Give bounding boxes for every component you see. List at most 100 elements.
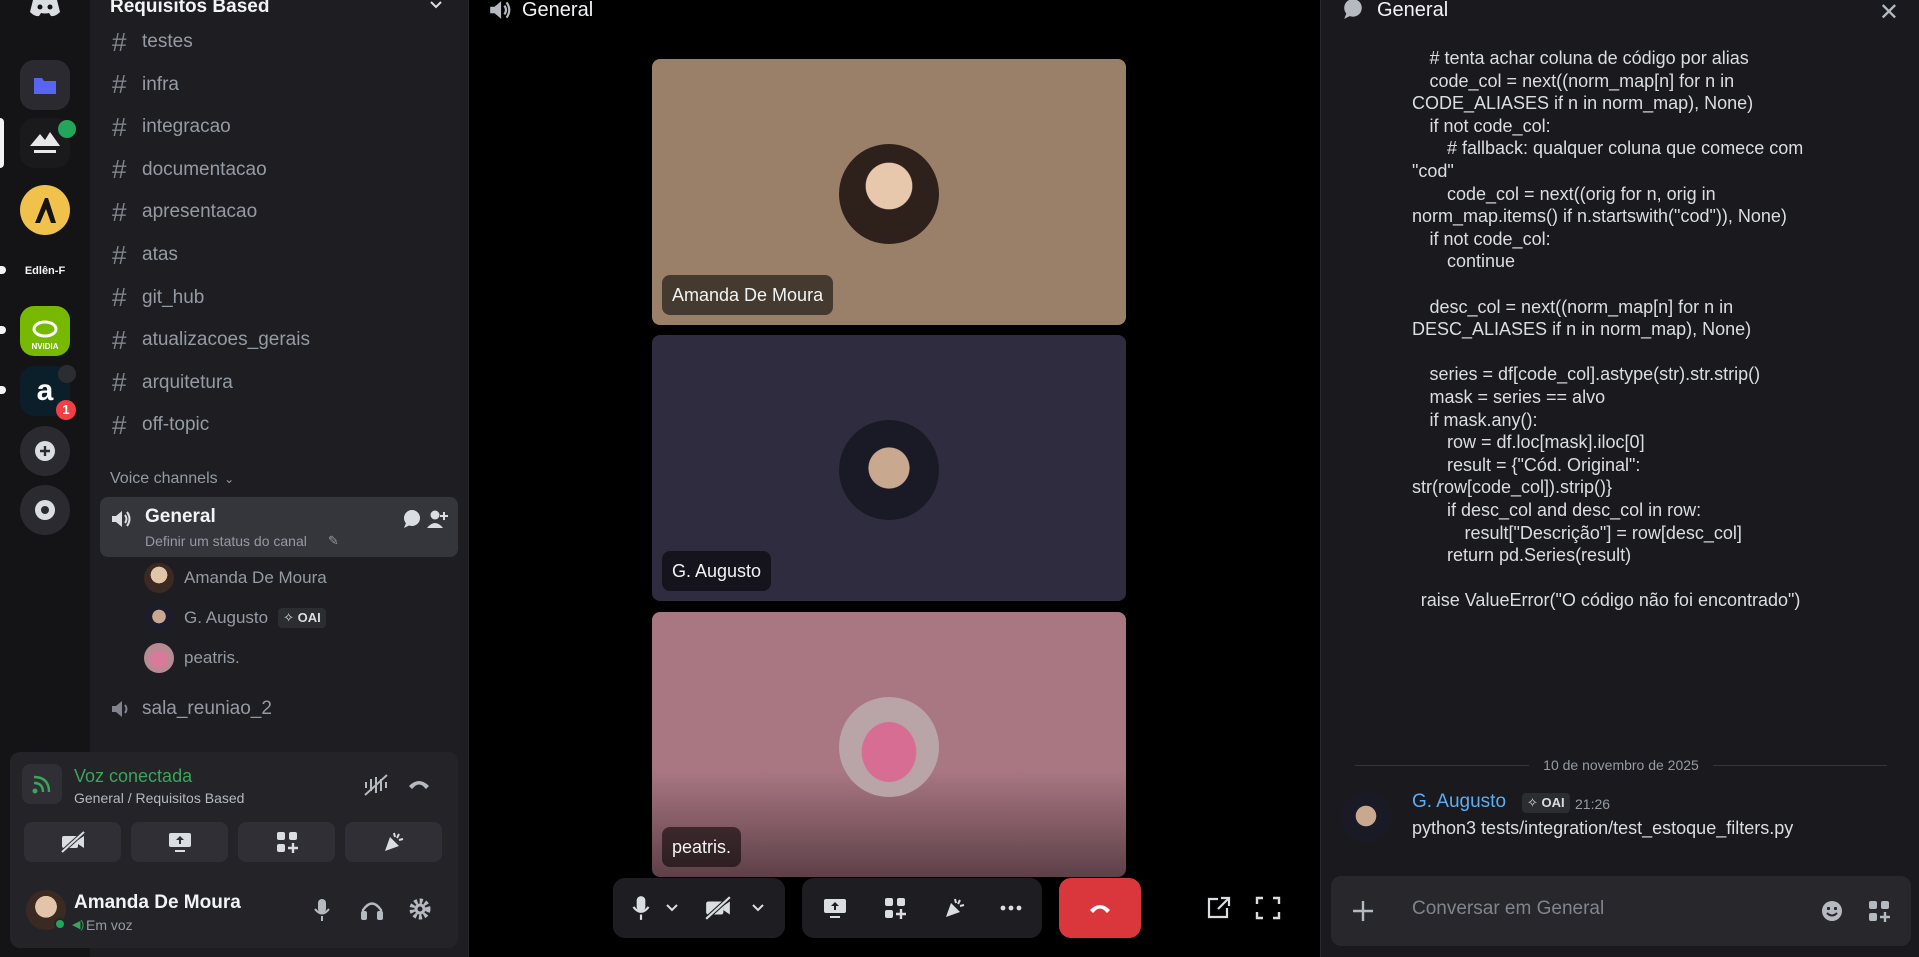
channel-testes[interactable]: # testes <box>108 25 448 59</box>
camera-options-button[interactable] <box>743 878 773 938</box>
channel-git_hub[interactable]: # git_hub <box>108 281 448 315</box>
chevron-down-icon: ⌄ <box>224 472 235 486</box>
avatar <box>144 563 174 593</box>
voice-connected-subtitle[interactable]: General / Requisitos Based <box>74 790 244 806</box>
speaker-icon <box>58 365 76 383</box>
fullscreen-icon[interactable] <box>1255 896 1281 920</box>
avatar[interactable] <box>1341 792 1391 842</box>
chevron-down-icon <box>751 903 765 913</box>
server-lambda[interactable] <box>20 185 70 235</box>
microphone-icon[interactable] <box>314 898 330 922</box>
activities-button[interactable] <box>870 878 920 938</box>
participant-name: Amanda De Moura <box>662 275 834 315</box>
activities-icon <box>275 830 299 854</box>
server-edlen[interactable]: Edlên-F <box>20 246 70 296</box>
channel-sidebar: Requisitos Based # testes # infra # integraca… <box>10 0 469 957</box>
online-status-dot <box>54 918 66 930</box>
message-timestamp: 21:26 <box>1575 796 1611 812</box>
server-based[interactable] <box>20 118 76 168</box>
soundboard-button[interactable] <box>345 822 442 862</box>
hash-icon: # <box>112 282 127 313</box>
channel-arquitetura[interactable]: # arquitetura <box>108 366 448 400</box>
avatar <box>144 603 174 633</box>
camera-button[interactable] <box>695 878 741 938</box>
add-server-icon[interactable] <box>20 426 70 476</box>
screen-share-button[interactable] <box>131 822 228 862</box>
microphone-options-button[interactable] <box>659 878 685 938</box>
voice-user-peatris[interactable]: peatris. <box>144 641 240 675</box>
channel-atualizacoes_gerais[interactable]: # atualizacoes_gerais <box>108 323 448 357</box>
code-line: desc_col = next((norm_map[n] for n in <box>1429 296 1734 317</box>
oai-badge: ✧ OAI <box>278 608 326 628</box>
server-nvidia[interactable]: NVIDIA <box>20 306 70 356</box>
pop-out-icon[interactable] <box>1206 896 1232 920</box>
discord-home-icon[interactable] <box>28 0 62 18</box>
code-line: if desc_col and desc_col in row: <box>1447 500 1702 520</box>
disconnect-icon[interactable] <box>407 776 431 792</box>
discover-icon[interactable] <box>20 485 70 535</box>
voice-channel-general[interactable]: General Definir um status do canal ✎ <box>100 497 458 557</box>
channel-apresentacao[interactable]: # apresentacao <box>108 195 448 229</box>
code-line: code_col = next((norm_map[n] for n in <box>1429 70 1735 91</box>
voice-user-amanda[interactable]: Amanda De Moura <box>144 561 327 595</box>
activities-button[interactable] <box>238 822 335 862</box>
participant-tile[interactable]: Amanda De Moura <box>652 59 1126 325</box>
participant-tile[interactable]: peatris. <box>652 612 1126 877</box>
discord-app: Edlên-F NVIDIA a 1 Requisitos Based # tes… <box>0 0 1919 957</box>
code-line: mask = series == alvo <box>1429 387 1606 407</box>
apps-icon[interactable] <box>1867 899 1891 923</box>
participant-tile[interactable]: G. Augusto <box>652 335 1126 601</box>
hang-up-button[interactable] <box>1059 878 1141 938</box>
microphone-button[interactable] <box>623 878 659 938</box>
message-input-placeholder[interactable]: Conversar em General <box>1412 898 1604 920</box>
channel-infra[interactable]: # infra <box>108 68 448 102</box>
pencil-icon[interactable]: ✎ <box>328 533 339 549</box>
code-line: # tenta achar coluna de código por alias <box>1429 48 1749 68</box>
channel-name: off-topic <box>142 414 210 436</box>
folder-icon[interactable] <box>20 60 70 110</box>
code-line: return pd.Series(result) <box>1447 545 1632 566</box>
channel-name: infra <box>142 73 179 95</box>
channel-name: apresentacao <box>142 201 258 223</box>
code-line: if not code_col: <box>1429 228 1551 249</box>
chevron-down-icon[interactable] <box>429 0 443 10</box>
signal-icon[interactable] <box>22 764 62 804</box>
voice-user-augusto[interactable]: G. Augusto ✧ OAI <box>144 601 326 635</box>
chat-bubble-icon[interactable] <box>402 509 422 529</box>
noise-suppression-icon[interactable] <box>363 774 389 796</box>
message-text: python3 tests/integration/test_estoque_f… <box>1412 818 1794 838</box>
emoji-icon[interactable] <box>1821 900 1843 922</box>
avatar <box>839 697 939 797</box>
code-line: result = {"Cód. Original": <box>1447 454 1641 475</box>
current-user-name[interactable]: Amanda De Moura <box>74 892 241 914</box>
code-line: if mask.any(): <box>1429 409 1538 430</box>
screen-share-button[interactable] <box>810 878 860 938</box>
more-options-button[interactable] <box>986 878 1036 938</box>
channel-atas[interactable]: # atas <box>108 238 448 272</box>
server-a[interactable]: a 1 <box>20 365 76 420</box>
voice-call-area: General Amanda De Moura G. Augusto peatr… <box>470 0 1319 957</box>
channel-status[interactable]: Definir um status do canal <box>145 533 307 549</box>
code-line: norm_map.items() if n.startswith("cod"))… <box>1412 206 1787 227</box>
plus-icon[interactable] <box>1351 899 1375 923</box>
voice-channels-header[interactable]: Voice channels ⌄ <box>110 470 234 488</box>
code-line: if not code_col: <box>1429 115 1551 136</box>
settings-gear-icon[interactable] <box>408 897 432 921</box>
channel-off-topic[interactable]: # off-topic <box>108 408 448 442</box>
server-name: Requisitos Based <box>110 0 270 17</box>
message-author[interactable]: G. Augusto <box>1412 791 1506 813</box>
camera-off-icon <box>704 896 732 920</box>
headphones-icon[interactable] <box>360 899 384 921</box>
channel-documentacao[interactable]: # documentacao <box>108 153 448 187</box>
screen-share-icon <box>822 897 848 919</box>
add-user-icon[interactable] <box>426 509 448 529</box>
message-input-box[interactable]: Conversar em General <box>1331 876 1911 946</box>
close-icon[interactable]: ✕ <box>1879 0 1899 27</box>
channel-integracao[interactable]: # integracao <box>108 110 448 144</box>
server-header[interactable]: Requisitos Based <box>90 0 469 20</box>
hash-icon: # <box>112 26 127 57</box>
soundboard-button[interactable] <box>930 878 980 938</box>
voice-channel-sala-reuniao-2[interactable]: sala_reuniao_2 <box>108 692 448 726</box>
camera-off-button[interactable] <box>24 822 121 862</box>
oai-badge: ✧ OAI <box>1522 793 1570 813</box>
